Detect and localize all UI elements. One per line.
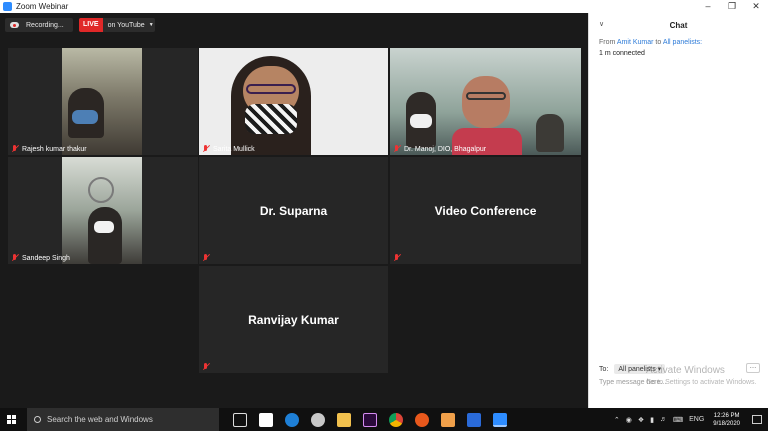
participant-face — [462, 76, 510, 128]
video-tile[interactable]: Ranvijay Kumar — [199, 266, 388, 373]
participant-glasses — [246, 84, 296, 94]
mic-muted-icon — [11, 145, 19, 153]
participant-label — [202, 363, 213, 371]
search-placeholder: Search the web and Windows — [47, 415, 153, 424]
language-indicator[interactable]: ENG — [689, 416, 704, 423]
participant-name: Dr. Manoj, DIO, Bhagalpur — [404, 145, 487, 153]
zoom-app-icon — [3, 2, 12, 11]
participant-glasses — [466, 92, 506, 100]
volume-icon[interactable]: ♬ — [660, 416, 667, 423]
message-sender[interactable]: Amit Kumar — [617, 39, 654, 46]
live-target: on YouTube — [107, 21, 145, 29]
participant-face-mask — [72, 110, 98, 124]
activate-windows-title: Activate Windows — [646, 365, 725, 376]
app-icon[interactable] — [467, 412, 481, 427]
file-explorer-icon[interactable] — [337, 412, 351, 427]
participant-face-mask — [94, 221, 114, 233]
participant-name-center: Video Conference — [434, 203, 537, 218]
participant-label: Dr. Manoj, DIO, Bhagalpur — [393, 145, 486, 153]
dropbox-icon[interactable]: ❖ — [638, 416, 644, 424]
video-tile[interactable]: Dr. Suparna — [199, 157, 388, 264]
close-icon[interactable]: ✕ — [744, 0, 768, 13]
mic-muted-icon — [202, 363, 210, 371]
participant-label — [393, 254, 404, 262]
recording-label: Recording... — [26, 21, 64, 29]
live-stream-indicator[interactable]: LIVE on YouTube ▼ — [79, 18, 155, 32]
activate-windows-subtitle: Go to Settings to activate Windows. — [646, 379, 757, 386]
participant-name-center: Dr. Suparna — [259, 203, 328, 218]
app-icon[interactable] — [311, 412, 325, 427]
mic-muted-icon — [202, 145, 210, 153]
chat-panel: ∨ Chat From Amit Kumar to All panelists:… — [588, 13, 768, 408]
participant-video-figure — [88, 207, 122, 264]
search-icon — [34, 416, 41, 423]
participant-face-mask — [245, 104, 297, 134]
clock[interactable]: 12:26 PM 9/18/2020 — [713, 412, 740, 428]
mic-muted-icon — [202, 254, 210, 262]
participant-label: Rajesh kumar thakur — [11, 145, 87, 153]
keyboard-icon[interactable]: ⌨ — [673, 416, 683, 424]
taskbar-search[interactable]: Search the web and Windows — [27, 408, 219, 431]
battery-icon[interactable]: ▮ — [650, 416, 654, 424]
participant-name: Rajesh kumar thakur — [22, 145, 87, 153]
notifications-icon[interactable] — [752, 415, 762, 424]
clock-time: 12:26 PM — [713, 412, 740, 419]
recording-indicator[interactable]: Recording... — [5, 18, 73, 32]
network-icon[interactable]: ◉ — [626, 416, 632, 424]
mic-muted-icon — [393, 254, 401, 262]
ceiling-fan-icon — [88, 177, 114, 203]
system-tray: ⌃ ◉ ❖ ▮ ♬ ⌨ ENG 12:26 PM 9/18/2020 — [611, 408, 768, 431]
edge-icon[interactable] — [285, 412, 299, 427]
to-label: to — [655, 39, 662, 46]
media-player-icon[interactable] — [441, 412, 455, 427]
video-tile[interactable]: Video Conference — [390, 157, 581, 264]
chevron-up-icon[interactable]: ⌃ — [614, 416, 620, 424]
live-badge: LIVE — [79, 18, 103, 32]
participant-label: Sarita Mullick — [202, 145, 255, 153]
participant-label: Sandeep Singh — [11, 254, 70, 262]
from-label: From — [599, 39, 616, 46]
chevron-down-icon: ▼ — [148, 22, 154, 28]
video-tile[interactable]: Sarita Mullick — [199, 48, 388, 155]
more-options-button[interactable]: … — [746, 363, 760, 373]
mic-muted-icon — [393, 145, 401, 153]
title-bar: Zoom Webinar – ❐ ✕ — [0, 0, 768, 13]
chat-title: Chat — [669, 21, 688, 30]
video-tile-active-speaker[interactable]: Dr. Manoj, DIO, Bhagalpur — [390, 48, 581, 155]
store-icon[interactable] — [259, 412, 273, 427]
chat-message-meta: From Amit Kumar to All panelists: — [599, 39, 702, 46]
chat-header: ∨ Chat — [589, 13, 768, 37]
start-button[interactable] — [0, 408, 22, 431]
windows-logo-icon — [6, 415, 16, 424]
window-controls: – ❐ ✕ — [696, 0, 768, 13]
cloud-record-icon — [10, 22, 19, 28]
taskbar-apps — [227, 412, 513, 427]
participant-face-mask — [410, 114, 432, 128]
clock-date: 9/18/2020 — [713, 420, 740, 427]
restore-icon[interactable]: ❐ — [720, 0, 744, 13]
participant-name: Sarita Mullick — [213, 145, 255, 153]
participant-label — [202, 254, 213, 262]
to-prefix: To: — [599, 365, 609, 373]
minimize-icon[interactable]: – — [696, 0, 720, 13]
task-view-icon[interactable] — [233, 412, 247, 427]
zoom-icon[interactable] — [493, 412, 507, 427]
mic-muted-icon — [11, 254, 19, 262]
chrome-icon[interactable] — [389, 412, 403, 427]
windows-taskbar: Search the web and Windows ⌃ ◉ ❖ ▮ ♬ ⌨ E… — [0, 408, 768, 431]
participant-name: Sandeep Singh — [22, 254, 70, 262]
window-title: Zoom Webinar — [16, 2, 69, 11]
participant-name-center: Ranvijay Kumar — [248, 312, 339, 327]
video-tile[interactable]: Sandeep Singh — [8, 157, 198, 264]
app-icon[interactable] — [415, 412, 429, 427]
chat-message-text: 1 m connected — [599, 50, 645, 57]
premiere-icon[interactable] — [363, 412, 377, 427]
participant-video-figure — [536, 114, 564, 152]
message-recipient[interactable]: All panelists: — [663, 39, 702, 46]
video-gallery: Recording... LIVE on YouTube ▼ Rajesh ku… — [0, 13, 588, 408]
video-tile[interactable]: Rajesh kumar thakur — [8, 48, 198, 155]
